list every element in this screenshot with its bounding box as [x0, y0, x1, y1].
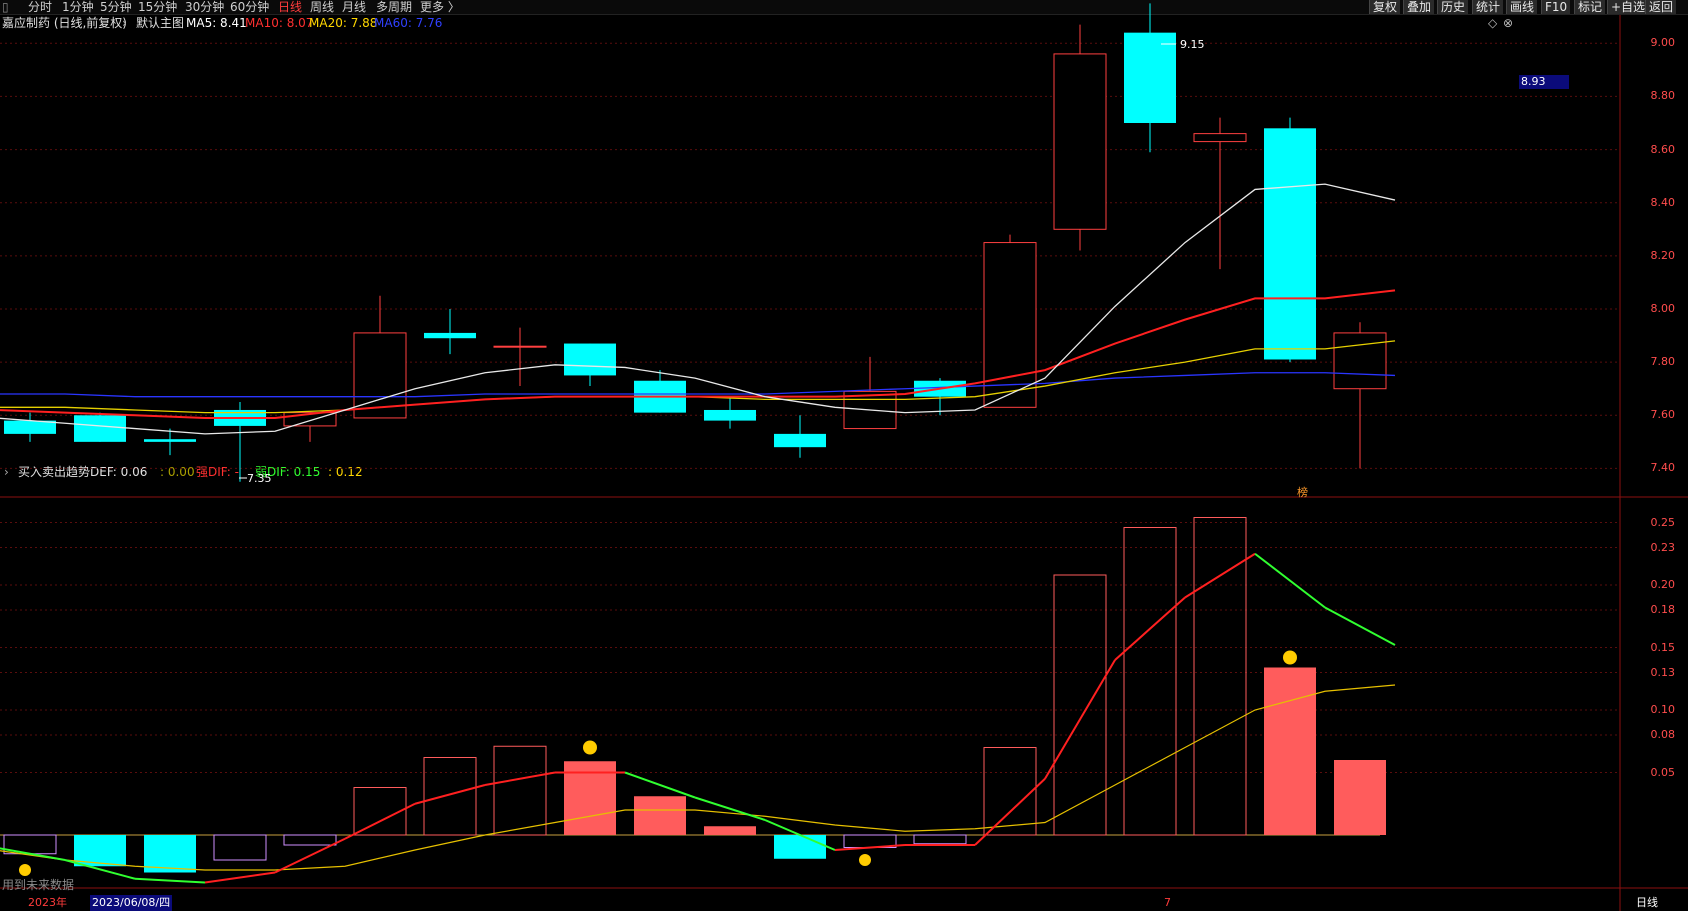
year-label: 2023年	[28, 896, 67, 909]
price-axis-label: 8.60	[1650, 142, 1676, 156]
dif-segment	[1184, 552, 1256, 599]
candle-body	[564, 343, 616, 376]
sub-axis-label: 0.05	[1650, 765, 1676, 779]
sub-bar	[493, 745, 547, 836]
bang-marker[interactable]: 榜	[1297, 485, 1308, 501]
candle-body	[144, 439, 196, 442]
dif-segment	[134, 877, 206, 884]
candle-body	[493, 345, 547, 348]
price-axis-label: 8.40	[1650, 195, 1676, 209]
sub-bar	[1334, 760, 1386, 835]
dif-segment	[274, 837, 346, 874]
money-bag-icon	[19, 864, 31, 876]
sub-axis-label: 0.18	[1650, 603, 1676, 616]
kline-chart[interactable]	[0, 0, 1688, 911]
candle-body	[1264, 128, 1316, 360]
candle-body	[704, 409, 756, 421]
price-axis-label: 8.20	[1650, 248, 1676, 262]
dif-segment	[1324, 606, 1396, 646]
future-data-note: 用到未来数据	[2, 878, 75, 892]
candle-body	[424, 332, 476, 339]
dif-segment	[624, 771, 696, 799]
ma20-line	[0, 340, 1396, 414]
high-price-label: 9.15	[1180, 38, 1205, 51]
dif-segment	[1254, 552, 1326, 609]
sub-axis-label: 0.13	[1650, 665, 1676, 679]
price-axis-label: 7.80	[1650, 355, 1676, 369]
sub-bar	[1123, 527, 1177, 836]
sub-axis-label: 0.15	[1650, 640, 1676, 654]
money-bag-icon	[859, 854, 871, 866]
sub-bar	[283, 834, 337, 846]
dif-segment	[484, 771, 556, 786]
sub-axis-label: 0.10	[1650, 703, 1676, 716]
period-toggle-button[interactable]: 日线	[1636, 895, 1658, 911]
price-axis-label: 8.00	[1650, 302, 1676, 315]
candle-body	[983, 242, 1037, 408]
sub-bar	[213, 834, 267, 861]
ma10-line	[0, 289, 1396, 419]
dif-segment	[344, 802, 416, 840]
month-mark: 7	[1164, 896, 1171, 909]
candle-body	[74, 415, 126, 442]
price-axis-label: 7.60	[1650, 408, 1676, 422]
sad-face-icon	[1283, 650, 1297, 665]
dif-segment	[1044, 659, 1116, 780]
current-price-tag: 8.93	[1519, 75, 1569, 89]
candle-body	[774, 433, 826, 448]
candle-body	[1333, 332, 1387, 390]
ma60-line	[0, 372, 1396, 398]
cursor-date-label: 2023/06/08/四	[90, 895, 173, 911]
sub-bar	[1053, 574, 1107, 836]
sub-axis-label: 0.25	[1650, 515, 1676, 529]
sub-axis-label: 0.08	[1650, 728, 1676, 741]
candle-body	[1193, 133, 1247, 143]
sub-bar	[983, 747, 1037, 836]
dea-line	[0, 684, 1396, 871]
sub-bar	[774, 835, 826, 859]
sub-bar	[1264, 667, 1316, 835]
sub-bar	[704, 826, 756, 835]
price-axis-label: 8.80	[1650, 89, 1676, 103]
price-axis-label: 9.00	[1650, 36, 1676, 50]
candle-body	[1124, 32, 1176, 123]
sad-face-icon	[583, 740, 597, 755]
dif-segment	[204, 871, 276, 884]
low-price-label: 7.35	[247, 472, 272, 485]
candle-body	[1053, 53, 1107, 230]
dif-segment	[1114, 596, 1186, 661]
sub-axis-label: 0.23	[1650, 540, 1676, 554]
sub-bar	[423, 757, 477, 836]
sub-bar	[634, 796, 686, 835]
sub-bar	[913, 834, 967, 845]
dif-segment	[694, 796, 766, 821]
price-axis-label: 7.40	[1650, 461, 1676, 475]
dif-segment	[414, 784, 486, 805]
sub-axis-label: 0.20	[1650, 578, 1676, 591]
